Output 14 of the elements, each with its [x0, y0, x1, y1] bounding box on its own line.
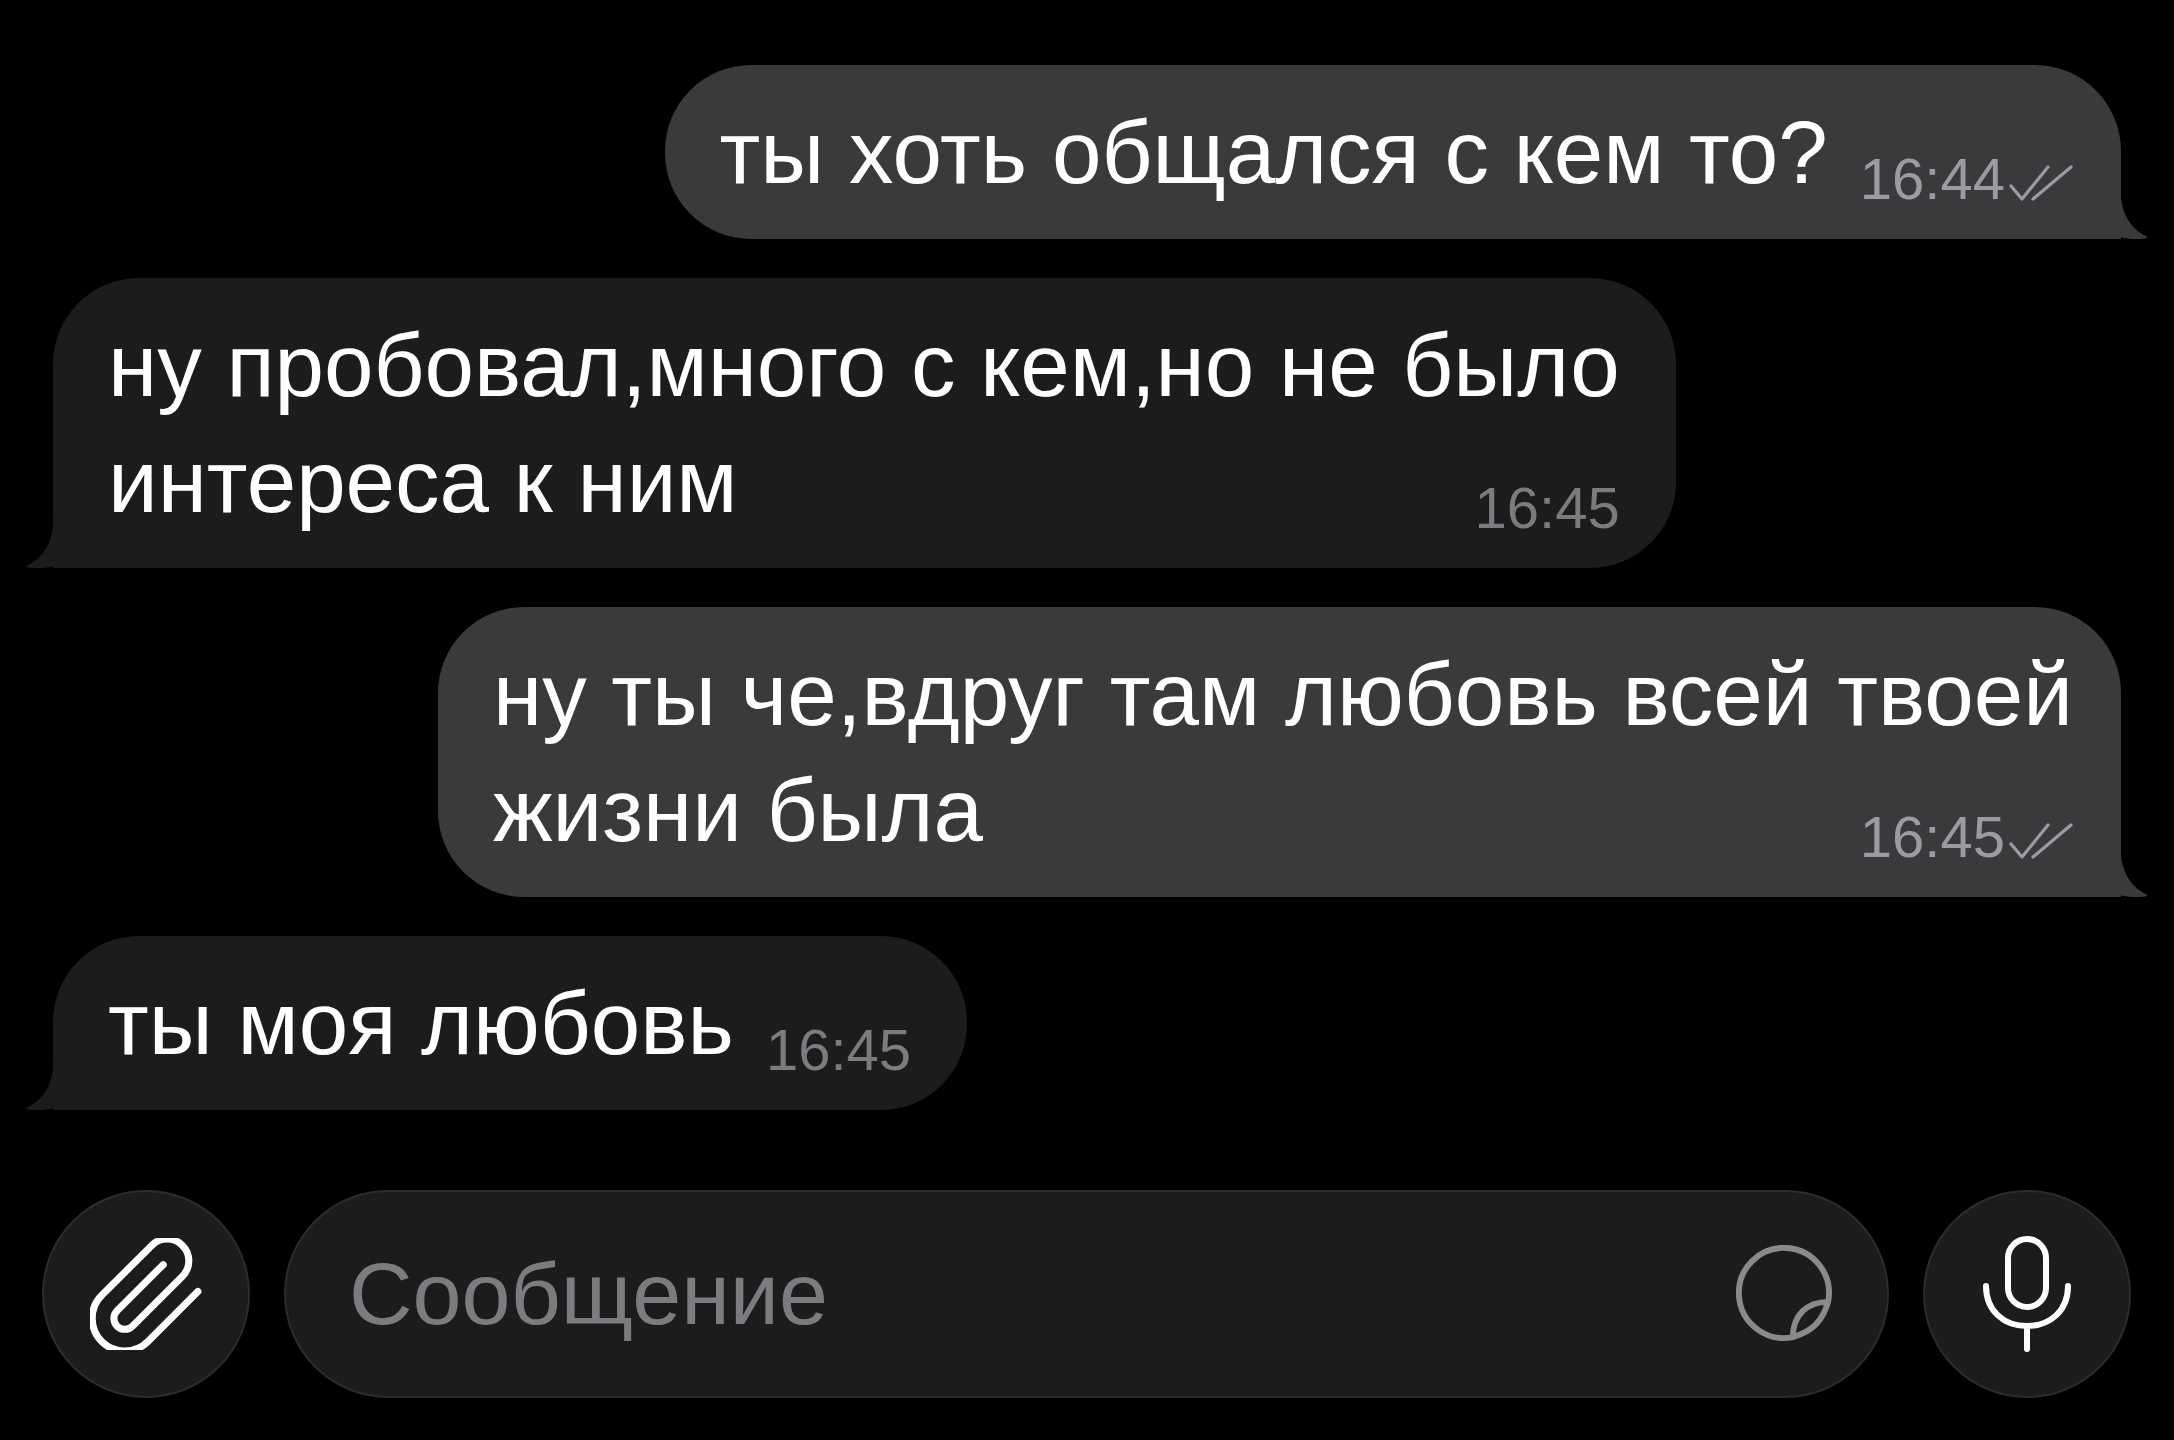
- message-text: ты хоть общался с кем то?: [719, 102, 1828, 202]
- message-text: ты моя любовь: [108, 973, 734, 1073]
- message-input[interactable]: Сообщение: [284, 1190, 1889, 1398]
- message-text: ну ты че,вдруг там любовь всей твоей: [493, 644, 2073, 744]
- message-time: 16:45: [1859, 808, 2005, 866]
- message-time: 16:45: [1474, 479, 1620, 537]
- message-text: жизни была: [493, 760, 983, 860]
- sticker-icon[interactable]: [1736, 1245, 1834, 1343]
- microphone-icon: [1980, 1236, 2074, 1352]
- message-text: ну пробовал,много с кем,но не было: [108, 315, 1620, 415]
- message-time: 16:45: [765, 1021, 912, 1079]
- paperclip-icon: [90, 1238, 202, 1350]
- message-time: 16:44: [1859, 150, 2005, 208]
- message-text: интереса к ним: [108, 431, 738, 531]
